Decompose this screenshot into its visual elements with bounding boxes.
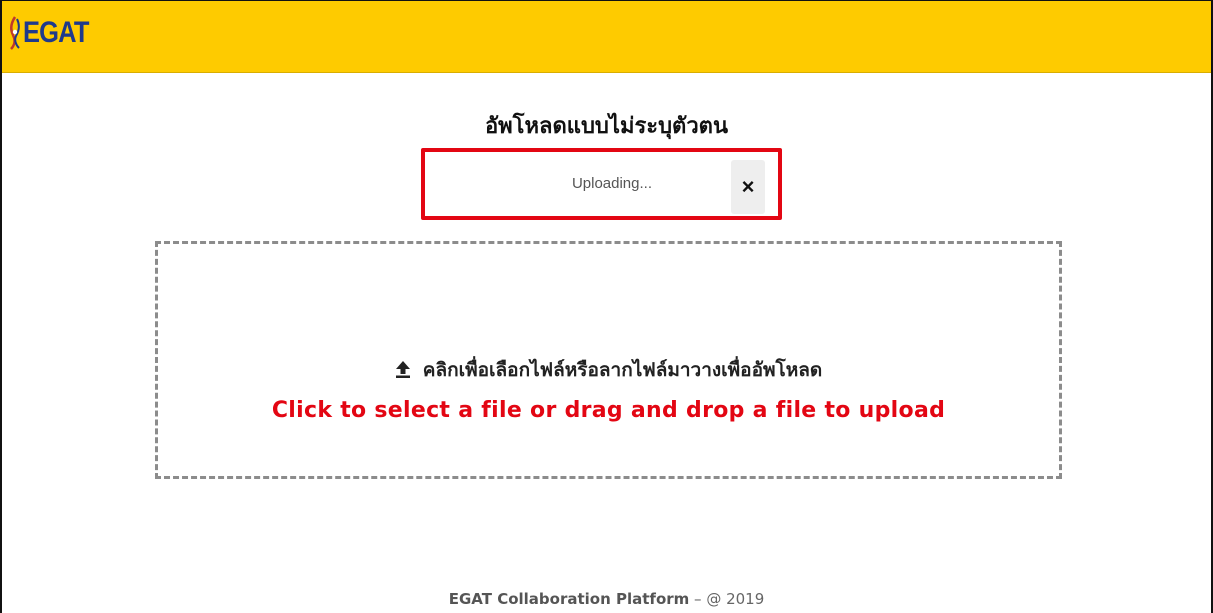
upload-status-text: Uploading... <box>425 175 725 192</box>
upload-icon <box>395 360 411 378</box>
logo-text: EGAT <box>23 16 89 49</box>
egat-logo-icon <box>8 15 22 51</box>
file-dropzone[interactable]: คลิกเพื่อเลือกไฟล์หรือลากไฟล์มาวางเพื่ออ… <box>155 241 1062 479</box>
app-window: EGAT อัพโหลดแบบไม่ระบุตัวตน Uploading...… <box>0 0 1213 613</box>
upload-status-panel: Uploading... × <box>421 148 782 220</box>
upload-status-label: Uploading... <box>571 175 652 192</box>
footer: EGAT Collaboration Platform – @ 2019 <box>2 590 1211 608</box>
dropzone-instruction-thai: คลิกเพื่อเลือกไฟล์หรือลากไฟล์มาวางเพื่ออ… <box>422 359 823 381</box>
dropzone-instruction-english: Click to select a file or drag and drop … <box>271 398 946 423</box>
cancel-upload-button[interactable]: × <box>731 160 765 214</box>
top-bar: EGAT <box>2 1 1211 73</box>
dropzone-instruction-thai-row: คลิกเพื่อเลือกไฟล์หรือลากไฟล์มาวางเพื่ออ… <box>158 355 1059 385</box>
page-title: อัพโหลดแบบไม่ระบุตัวตน <box>484 114 729 139</box>
footer-copyright: – @ 2019 <box>689 590 765 608</box>
egat-logo[interactable]: EGAT <box>8 15 100 51</box>
footer-platform-name: EGAT Collaboration Platform <box>448 590 690 608</box>
